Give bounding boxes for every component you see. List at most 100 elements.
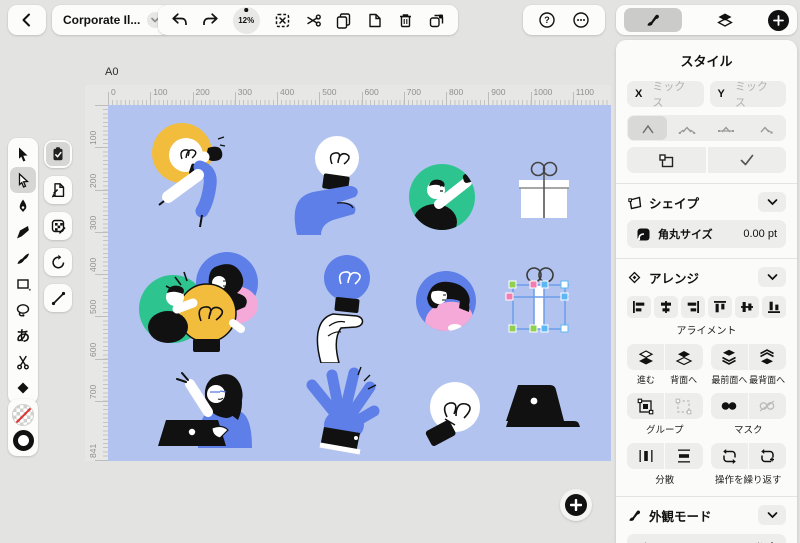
pen-tool[interactable] [10,193,36,219]
vertical-ruler[interactable]: 0100200300400500600700841 [85,105,108,461]
illustration-two-people-sharing-idea[interactable] [135,245,270,365]
repeat-operation-button[interactable] [711,443,748,469]
ruler-major-tick [95,105,108,106]
bring-to-front-label: 最前面へ [711,373,749,386]
illustration-tilted-lightbulb[interactable] [415,377,485,453]
undo-button[interactable] [171,12,188,28]
rotate-button[interactable] [44,248,72,276]
ruler-major-tick [277,92,278,105]
clipboard-check-button[interactable] [44,140,72,168]
add-tab-button[interactable] [768,10,789,31]
redo-button[interactable] [202,12,219,28]
illustration-woman-in-blue-circle[interactable] [413,268,479,334]
knife-tool[interactable] [10,375,36,401]
more-options-button[interactable] [572,11,590,29]
shape-collapse-button[interactable] [758,192,786,212]
repeat-duplicate-button[interactable] [749,443,786,469]
group-mask-row: グループ マスク [627,393,786,436]
ruler-label: 500 [88,300,98,314]
select-tool[interactable] [10,141,36,167]
mask-button[interactable] [711,393,748,419]
zoom-level-badge[interactable]: 12% [233,7,260,34]
pencil-tool[interactable] [10,219,36,245]
x-value: ミックス [642,78,695,110]
x-position-field[interactable]: X ミックス [627,81,704,107]
auto-trace-button[interactable] [44,212,72,240]
artboard-label: A0 [105,66,118,78]
align-top-button[interactable] [708,296,732,318]
diagonal-line-button[interactable] [44,284,72,312]
plus-icon [773,15,784,26]
align-center-horizontal-button[interactable] [654,296,678,318]
node-arrow-icon [15,172,32,189]
layers-tab-button[interactable] [716,12,734,28]
illustration-open-hand[interactable] [300,365,380,457]
bring-forward-button[interactable] [627,344,664,370]
group-button[interactable] [627,393,664,419]
distribute-vertical-button[interactable] [665,443,702,469]
node-type-smooth[interactable] [667,116,706,140]
select-all-button[interactable] [274,12,291,29]
hand-blue-bulb-art [305,248,380,363]
brush-tool[interactable] [10,245,36,271]
help-button[interactable]: ? [538,11,556,29]
horizontal-ruler[interactable]: 010020030040050060070080090010001100 [108,85,611,105]
document-title-menu[interactable]: Corporate Il... [52,5,170,35]
shape-tool[interactable] [10,271,36,297]
ruler-label: 600 [88,342,98,356]
stroke-color-swatch[interactable] [13,430,34,451]
node-type-corner[interactable] [628,116,667,140]
cut-button[interactable] [305,12,322,29]
back-button[interactable] [8,5,46,35]
apply-button[interactable] [708,147,787,173]
unmask-button[interactable] [749,393,786,419]
duplicate-button[interactable] [428,12,445,29]
artboard-canvas[interactable] [108,105,611,461]
send-to-back-button[interactable] [749,344,786,370]
node-type-disconnected[interactable] [746,116,785,140]
distribute-horizontal-button[interactable] [627,443,664,469]
align-right-button[interactable] [681,296,705,318]
text-tool[interactable]: あ [10,323,36,349]
alignment-buttons [627,296,786,318]
bring-to-front-button[interactable] [711,344,748,370]
diagonal-line-icon [50,290,67,307]
scissors-tool[interactable] [10,349,36,375]
disconnected-node-icon [756,122,774,135]
copy-button[interactable] [335,12,352,29]
y-position-field[interactable]: Y ミックス [710,81,787,107]
add-element-button[interactable] [565,494,587,516]
illustration-man-in-green-circle[interactable] [405,160,480,235]
ungroup-button[interactable] [665,393,702,419]
ruler-major-tick [95,232,108,233]
document-edit-button[interactable] [44,176,72,204]
illustration-gift-box[interactable] [512,160,574,224]
align-middle-vertical-button[interactable] [735,296,759,318]
chevron-down-icon [767,511,778,519]
node-tool[interactable] [10,167,36,193]
auto-trace-icon [50,218,67,235]
edit-corner-button[interactable] [627,147,706,173]
ruler-major-tick [446,92,447,105]
illustration-hand-holding-blue-lightbulb[interactable] [305,248,380,363]
lasso-tool[interactable] [10,297,36,323]
node-type-asymmetric[interactable] [707,116,746,140]
blend-mode-row[interactable]: ブレンドモード 通常 [627,534,786,543]
z-order-row: 進む 背面へ 最前面へ 最背面へ [627,344,786,386]
illustration-leaping-person-with-lightbulb[interactable] [140,115,250,235]
paste-button[interactable] [366,12,383,29]
illustration-laptop-side-view[interactable] [498,383,583,439]
style-tab-button[interactable] [624,8,682,32]
send-backward-button[interactable] [665,344,702,370]
align-bottom-button[interactable] [762,296,786,318]
corner-radius-row[interactable]: 角丸サイズ 0.00 pt [627,220,786,248]
delete-button[interactable] [397,12,414,29]
illustration-gift-box-selected-wireframe[interactable] [505,265,575,339]
illustration-hand-holding-lightbulb[interactable] [285,130,375,235]
illustration-woman-with-laptop[interactable] [150,368,270,456]
document-edit-icon [50,182,67,199]
align-left-button[interactable] [627,296,651,318]
arrange-collapse-button[interactable] [758,267,786,287]
appearance-collapse-button[interactable] [758,505,786,525]
fill-color-swatch[interactable] [12,404,34,426]
